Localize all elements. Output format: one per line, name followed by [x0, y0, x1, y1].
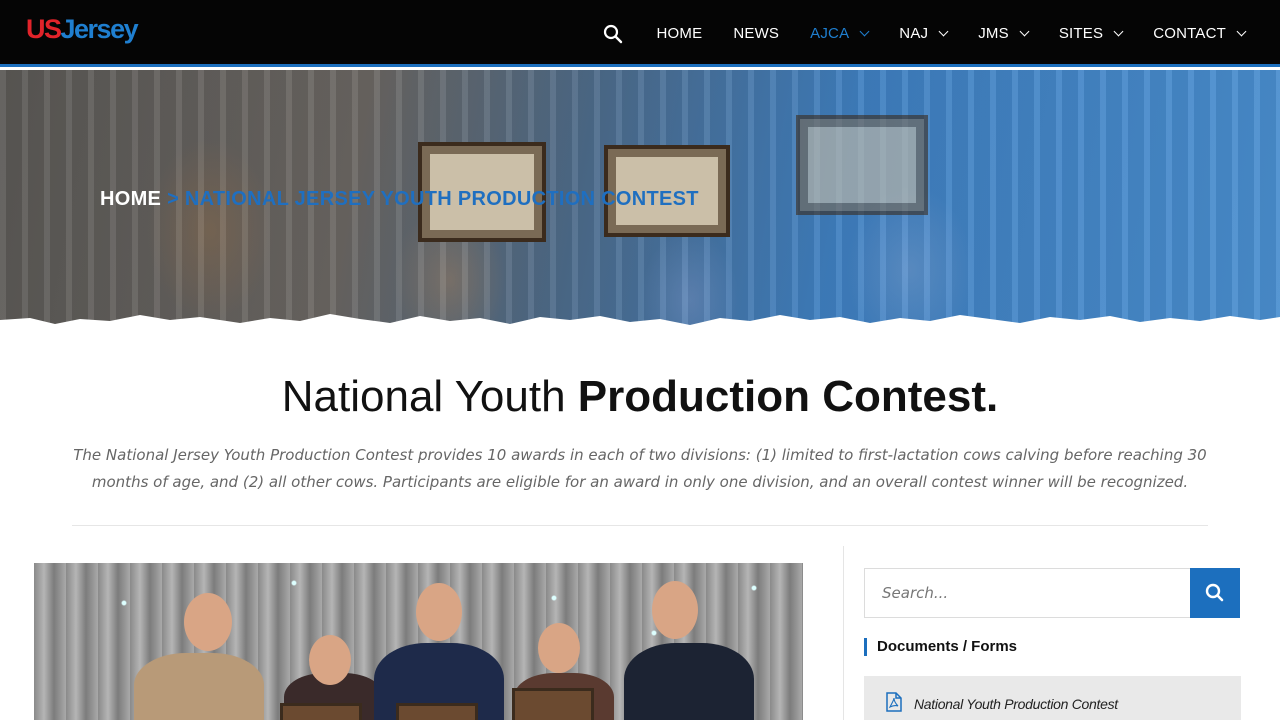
chevron-down-icon	[1019, 26, 1030, 37]
search-icon[interactable]	[603, 24, 623, 44]
page-title-bold: Production Contest.	[577, 372, 999, 421]
document-link[interactable]: National Youth Production Contest	[864, 676, 1241, 720]
nav-naj[interactable]: NAJ	[899, 25, 949, 42]
photo-certificate	[280, 703, 362, 720]
hero-certificate-frame	[796, 115, 928, 215]
page-title-light: National Youth	[281, 372, 566, 421]
nav-sites-label: SITES	[1058, 25, 1104, 42]
chevron-down-icon	[938, 26, 949, 37]
magnifier-glyph	[603, 24, 622, 43]
nav-home-label: HOME	[656, 25, 703, 42]
document-link-label: National Youth Production Contest	[914, 696, 1118, 712]
search-input[interactable]	[865, 569, 1190, 617]
nav-naj-label: NAJ	[899, 25, 929, 42]
nav-ajca[interactable]: AJCA	[810, 25, 870, 42]
sidebar-divider	[843, 546, 844, 720]
hero-banner: HOME > NATIONAL JERSEY YOUTH PRODUCTION …	[0, 70, 1280, 350]
photo-person-head	[309, 635, 351, 685]
photo-person-head	[184, 593, 232, 651]
photo-person-head	[416, 583, 462, 641]
section-divider	[72, 525, 1208, 526]
breadcrumb-home[interactable]: HOME	[100, 188, 161, 210]
chevron-down-icon	[859, 26, 870, 37]
nav-news[interactable]: NEWS	[733, 25, 779, 42]
photo-person	[624, 643, 754, 720]
photo-certificate	[512, 688, 594, 720]
chevron-down-icon	[1113, 26, 1124, 37]
nav-sites[interactable]: SITES	[1058, 25, 1124, 42]
photo-person	[134, 653, 264, 720]
photo-person-head	[538, 623, 580, 673]
logo-us: US	[26, 14, 62, 44]
nav-ajca-label: AJCA	[810, 25, 850, 42]
photo-person-head	[652, 581, 698, 639]
breadcrumb-current: NATIONAL JERSEY YOUTH PRODUCTION CONTEST	[184, 188, 699, 210]
nav-jms[interactable]: JMS	[978, 25, 1030, 42]
pdf-icon	[886, 692, 902, 712]
photo-certificate	[396, 703, 478, 720]
sidebar-search	[864, 568, 1191, 618]
page-title: National Youth Production Contest.	[0, 372, 1280, 422]
breadcrumb-separator: >	[167, 188, 180, 210]
site-header: USJersey HOME NEWS AJCA NAJ JMS SITES CO…	[0, 0, 1280, 67]
breadcrumb: HOME > NATIONAL JERSEY YOUTH PRODUCTION …	[100, 188, 699, 211]
nav-contact-label: CONTACT	[1153, 25, 1226, 42]
logo-jersey: Jersey	[60, 14, 139, 44]
search-icon	[1205, 583, 1224, 602]
intro-paragraph: The National Jersey Youth Production Con…	[73, 446, 1207, 491]
nav-contact[interactable]: CONTACT	[1153, 25, 1247, 42]
main-nav: HOME NEWS AJCA NAJ JMS SITES CONTACT	[603, 0, 1280, 67]
nav-news-label: NEWS	[733, 25, 780, 42]
nav-home[interactable]: HOME	[657, 25, 703, 42]
torn-paper-edge	[0, 314, 1280, 350]
documents-forms-heading: Documents / Forms	[864, 638, 1017, 656]
nav-jms-label: JMS	[978, 25, 1009, 42]
award-winners-photo	[34, 563, 803, 720]
chevron-down-icon	[1236, 26, 1247, 37]
usjersey-logo[interactable]: USJersey	[26, 14, 139, 45]
search-submit-button[interactable]	[1190, 568, 1240, 618]
